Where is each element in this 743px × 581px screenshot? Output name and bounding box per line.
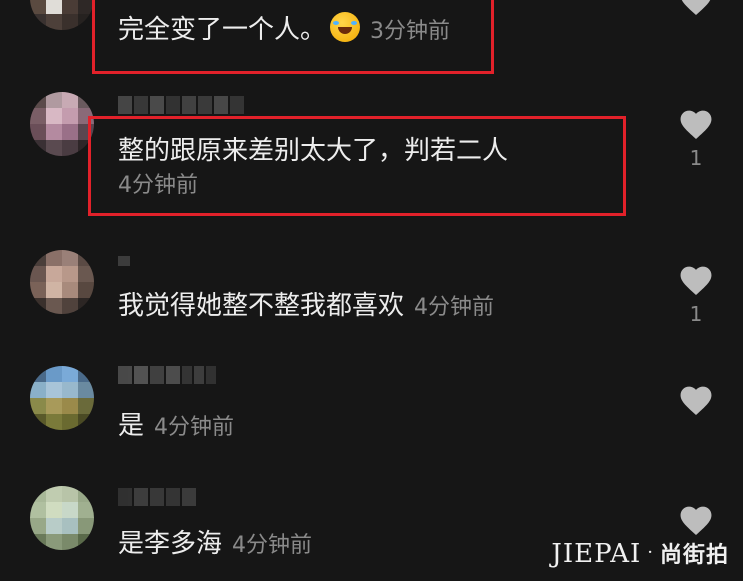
comment-body: 是李多海 bbox=[118, 529, 223, 559]
watermark-separator: · bbox=[647, 542, 654, 563]
like-count: 1 bbox=[689, 302, 703, 326]
avatar[interactable] bbox=[30, 0, 94, 30]
like-button[interactable]: 1 bbox=[676, 262, 716, 326]
like-count: 1 bbox=[689, 146, 703, 170]
comment-timestamp: 4分钟前 bbox=[154, 415, 235, 440]
heart-icon bbox=[680, 506, 712, 535]
watermark-latin: JIEPAI bbox=[551, 539, 642, 569]
heart-icon bbox=[680, 266, 712, 295]
like-button[interactable] bbox=[676, 382, 716, 416]
avatar[interactable] bbox=[30, 250, 94, 314]
avatar[interactable] bbox=[30, 92, 94, 156]
comment-timestamp: 4分钟前 bbox=[232, 533, 313, 558]
comment-text: 我觉得她整不整我都喜欢 4分钟前 bbox=[118, 288, 494, 326]
comment-timestamp: 4分钟前 bbox=[414, 295, 495, 320]
avatar[interactable] bbox=[30, 486, 94, 550]
comment-text: 是李多海 4分钟前 bbox=[118, 526, 312, 564]
highlight-box bbox=[92, 0, 494, 74]
username-blurred[interactable] bbox=[118, 256, 130, 274]
avatar[interactable] bbox=[30, 366, 94, 430]
like-button[interactable] bbox=[676, 0, 716, 16]
like-button[interactable]: 1 bbox=[676, 106, 716, 170]
highlight-box bbox=[88, 116, 626, 216]
username-blurred[interactable] bbox=[118, 96, 244, 114]
comment-text: 是 4分钟前 bbox=[118, 408, 234, 446]
username-blurred[interactable] bbox=[118, 488, 196, 506]
username-blurred[interactable] bbox=[118, 366, 216, 384]
heart-icon bbox=[680, 110, 712, 139]
like-button[interactable] bbox=[676, 502, 716, 536]
heart-icon bbox=[680, 386, 712, 415]
heart-icon bbox=[681, 0, 711, 15]
comment-body: 我觉得她整不整我都喜欢 bbox=[118, 291, 405, 321]
watermark: JIEPAI · 尚街拍 bbox=[551, 537, 729, 569]
comment-body: 是 bbox=[118, 411, 145, 441]
watermark-chinese: 尚街拍 bbox=[659, 543, 729, 568]
